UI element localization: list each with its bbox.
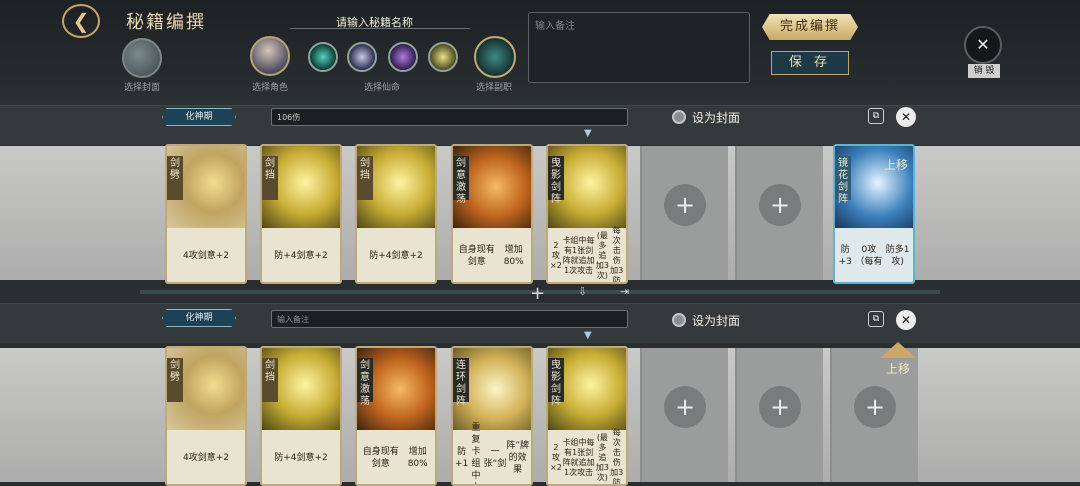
name-underline [290,28,470,29]
card-desc: 自身现有剑意 增加80% [458,245,524,267]
card-name: 剑意激荡 [453,156,469,205]
row-2-cover-label[interactable]: 设为封面 [692,312,740,329]
header: ❮ 秘籍编撰 选择封面 选择角色 请输入秘籍名称 选择仙命 选择副职 输入备注 … [0,0,1080,112]
card-desc: 2攻×2 卡组中每有1张剑阵就追加1次攻击 (最多追加3次) 每次击伤加3防 [550,428,624,486]
row-2-close-icon[interactable]: ✕ [896,310,916,330]
header-note-input[interactable]: 输入备注 [528,12,750,83]
row-1-empty-slot-2[interactable]: + [735,146,823,280]
card-name: 镜花剑阵 [835,156,851,205]
row-2-realm-select[interactable]: 化神期 [162,309,236,327]
row-2-card-3[interactable]: 剑意激荡 自身现有剑意 增加80% [355,346,437,486]
plus-icon[interactable]: + [854,386,896,428]
row-2-track [0,348,1080,482]
row-1-card-3[interactable]: 剑挡 防+4 剑意+2 [355,144,437,284]
role-label: 选择角色 [252,83,289,93]
fate-label: 选择仙命 [364,83,401,93]
row-1-card-4[interactable]: 剑意激荡 自身现有剑意 增加80% [451,144,533,284]
row-2-empty-slot-2[interactable]: + [735,348,823,482]
fate-slot-4[interactable] [428,42,458,72]
row-1-card-1[interactable]: 剑劈 4攻 剑意+2 [165,144,247,284]
row-1-card-2[interactable]: 剑挡 防+4 剑意+2 [260,144,342,284]
plus-icon[interactable]: + [759,184,801,226]
card-name: 剑挡 [262,156,278,200]
row-2-card-5[interactable]: 曳影剑阵 2攻×2 卡组中每有1张剑阵就追加1次攻击 (最多追加3次) 每次击伤加3防 [546,346,628,486]
card-name: 剑挡 [357,156,373,200]
row-1-empty-slot-1[interactable]: + [640,146,728,280]
row-1-close-icon[interactable]: ✕ [896,107,916,127]
row-2-empty-slot-1[interactable]: + [640,348,728,482]
add-row-icon[interactable]: + [530,283,545,304]
row-2-note-input[interactable]: 输入备注 [271,310,628,328]
fate-slot-3[interactable] [388,42,418,72]
destroy-label[interactable]: 销 毁 [968,64,1000,78]
row-1-cover-radio[interactable] [672,110,686,124]
row-1-note-input[interactable]: 106伤 [271,108,628,126]
row-2-move-up-arrow-icon[interactable] [880,342,916,358]
card-name: 曳影剑阵 [548,358,564,407]
card-desc: 防+4 剑意+2 [369,251,423,261]
fate-slot-2[interactable] [347,42,377,72]
career-label: 选择副职 [476,83,513,93]
card-name: 曳影剑阵 [548,156,564,205]
card-desc: 自身现有剑意 增加80% [362,447,428,469]
row-2-pin-icon: ▼ [584,330,592,341]
plus-icon[interactable]: + [664,386,706,428]
row-2-card-1[interactable]: 剑劈 4攻 剑意+2 [165,346,247,486]
row-1-card-5[interactable]: 曳影剑阵 2攻×2 卡组中每有1张剑阵就追加1次攻击 (最多追加3次) 每次击伤加3防 [546,144,628,284]
row-1-track [0,146,1080,280]
plus-icon[interactable]: + [664,184,706,226]
page-title: 秘籍编撰 [126,12,206,33]
plus-icon[interactable]: + [759,386,801,428]
card-desc: 防+4 剑意+2 [274,251,328,261]
save-button[interactable]: 保 存 [771,51,849,75]
career-slot[interactable] [474,36,516,78]
destroy-icon[interactable]: ✕ [964,26,1002,64]
card-desc: 防+1重复卡组中上一张“剑阵”牌的效果 [455,423,529,484]
row-2-card-4[interactable]: 连环剑阵 防+1重复卡组中上一张“剑阵”牌的效果 [451,346,533,486]
card-name: 剑劈 [167,156,183,200]
row-2-move-up[interactable]: 上移 [886,360,910,377]
row-2-cover-radio[interactable] [672,313,686,327]
card-desc: 防+3 0攻（每有 防多1攻) [838,245,910,267]
export-icon[interactable]: ⇥ [620,285,629,298]
role-avatar[interactable] [250,36,290,76]
card-name: 剑意激荡 [357,358,373,407]
row-1-copy-icon[interactable]: ⧉ [868,108,884,124]
cover-label: 选择封面 [124,83,161,93]
fate-slot-1[interactable] [308,42,338,72]
card-name: 剑劈 [167,358,183,402]
card-desc: 2攻×2 卡组中每有1张剑阵就追加1次攻击 (最多追加3次) 每次击伤加3防 [550,226,624,284]
cover-select-button[interactable] [122,38,162,78]
card-name: 连环剑阵 [453,358,469,407]
import-icon[interactable]: ⇩ [578,285,587,298]
card-desc: 4攻 剑意+2 [182,453,229,463]
row-2-card-2[interactable]: 剑挡 防+4 剑意+2 [260,346,342,486]
row-1-realm-select[interactable]: 化神期 [162,108,236,126]
row-1-pin-icon: ▼ [584,128,592,139]
back-arrow-icon[interactable]: ❮ [62,4,100,38]
row-1-cover-label[interactable]: 设为封面 [692,109,740,126]
row-1-move-up[interactable]: 上移 [884,156,908,173]
card-desc: 4攻 剑意+2 [182,251,229,261]
card-desc: 防+4 剑意+2 [274,453,328,463]
card-name: 剑挡 [262,358,278,402]
row-2-copy-icon[interactable]: ⧉ [868,311,884,327]
complete-button[interactable]: 完成编撰 [762,14,858,40]
